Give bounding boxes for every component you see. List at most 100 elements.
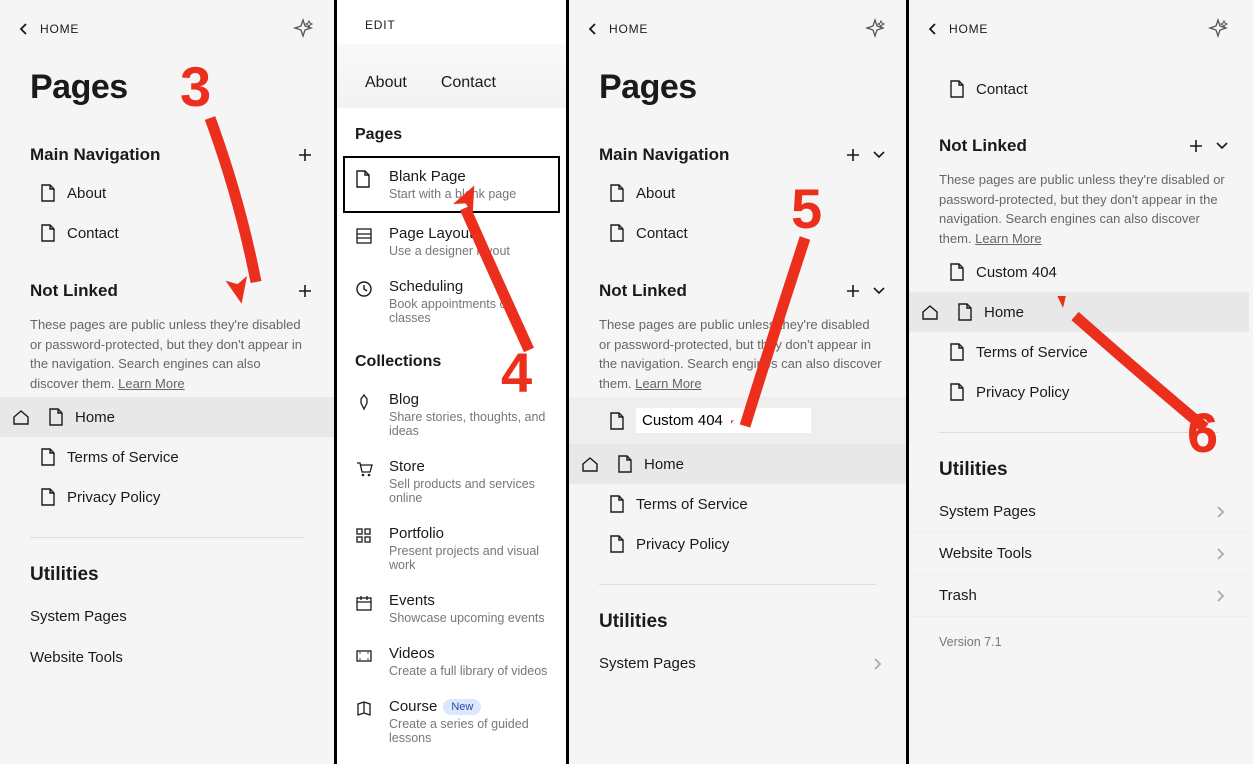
page-item-home[interactable]: Home xyxy=(569,444,906,484)
learn-more-link[interactable]: Learn More xyxy=(635,376,701,391)
page-item-home[interactable]: Home xyxy=(0,397,334,437)
preview-tab-about[interactable]: About xyxy=(365,74,407,92)
clock-icon xyxy=(355,280,375,300)
add-main-nav-button[interactable] xyxy=(296,146,314,164)
back-chevron-icon[interactable] xyxy=(587,23,599,35)
back-chevron-icon[interactable] xyxy=(18,23,30,35)
not-linked-desc: These pages are public unless they're di… xyxy=(569,309,906,397)
page-icon xyxy=(949,263,964,281)
page-icon xyxy=(40,448,55,466)
page-icon xyxy=(40,488,55,506)
learn-more-link[interactable]: Learn More xyxy=(118,376,184,391)
not-linked-label: Not Linked xyxy=(569,253,906,309)
util-website-tools[interactable]: Website Tools xyxy=(0,637,334,678)
util-system-pages[interactable]: System Pages xyxy=(569,643,906,684)
add-not-linked-button[interactable] xyxy=(296,282,314,300)
home-icon xyxy=(12,408,30,426)
chevron-right-icon xyxy=(1215,505,1227,519)
version-label: Version 7.1 xyxy=(909,617,1249,649)
page-icon xyxy=(355,170,375,190)
preview-tabs: About Contact xyxy=(337,44,566,108)
option-videos[interactable]: VideosCreate a full library of videos xyxy=(337,635,566,688)
sparkle-icon[interactable] xyxy=(292,18,314,40)
grid-icon xyxy=(355,527,375,547)
page-icon xyxy=(40,184,55,202)
page-icon xyxy=(609,495,624,513)
option-blog[interactable]: BlogShare stories, thoughts, and ideas xyxy=(337,381,566,448)
not-linked-label: Not Linked xyxy=(909,108,1249,164)
panel-step3: HOME Pages Main Navigation About Contact… xyxy=(0,0,337,764)
chevron-right-icon xyxy=(1215,589,1227,603)
page-name-input[interactable] xyxy=(636,408,811,433)
page-icon xyxy=(609,184,624,202)
group-collections: Collections xyxy=(337,335,566,381)
topbar: HOME xyxy=(909,0,1249,50)
page-icon xyxy=(949,343,964,361)
util-system-pages[interactable]: System Pages xyxy=(0,596,334,637)
learn-more-link[interactable]: Learn More xyxy=(975,231,1041,246)
option-page-layouts[interactable]: Page LayoutsUse a designer layout xyxy=(337,215,566,268)
not-linked-desc: These pages are public unless they're di… xyxy=(909,164,1249,252)
nav-item-contact[interactable]: Contact xyxy=(909,50,1249,108)
main-nav-label: Main Navigation xyxy=(569,117,906,173)
page-icon xyxy=(949,80,964,98)
page-icon xyxy=(40,224,55,242)
home-breadcrumb[interactable]: HOME xyxy=(949,22,988,36)
home-icon xyxy=(581,455,599,473)
group-pages: Pages xyxy=(337,108,566,154)
topbar: HOME xyxy=(569,0,906,50)
page-item-custom404[interactable]: Custom 404 xyxy=(909,252,1249,292)
not-linked-label: Not Linked xyxy=(0,253,334,309)
pin-icon xyxy=(355,393,375,413)
calendar-icon xyxy=(355,594,375,614)
panel-step6: HOME Contact Not Linked These pages are … xyxy=(909,0,1249,764)
chevron-down-icon[interactable] xyxy=(872,284,886,298)
page-item-privacy[interactable]: Privacy Policy xyxy=(569,524,906,564)
video-icon xyxy=(355,647,375,667)
sparkle-icon[interactable] xyxy=(1207,18,1229,40)
group-more: More xyxy=(337,755,566,764)
main-nav-label: Main Navigation xyxy=(0,117,334,173)
cart-icon xyxy=(355,460,375,480)
home-breadcrumb[interactable]: HOME xyxy=(609,22,648,36)
util-system-pages[interactable]: System Pages xyxy=(909,491,1249,533)
page-item-privacy[interactable]: Privacy Policy xyxy=(0,477,334,517)
chevron-down-icon[interactable] xyxy=(1215,139,1229,153)
option-blank-page[interactable]: Blank Page Start with a blank page xyxy=(343,156,560,213)
add-not-linked-button[interactable] xyxy=(844,282,862,300)
page-icon xyxy=(609,535,624,553)
preview-tab-contact[interactable]: Contact xyxy=(441,74,496,92)
add-not-linked-button[interactable] xyxy=(1187,137,1205,155)
panel-step4-add-menu: EDIT About Contact Pages Blank Page Star… xyxy=(337,0,569,764)
page-icon xyxy=(48,408,63,426)
new-badge: New xyxy=(443,699,481,715)
utilities-label: Utilities xyxy=(0,538,334,596)
page-item-new[interactable] xyxy=(569,397,906,444)
page-item-tos[interactable]: Terms of Service xyxy=(0,437,334,477)
page-item-tos[interactable]: Terms of Service xyxy=(909,332,1249,372)
page-item-tos[interactable]: Terms of Service xyxy=(569,484,906,524)
pages-title: Pages xyxy=(569,50,906,117)
home-breadcrumb[interactable]: HOME xyxy=(40,22,79,36)
util-trash[interactable]: Trash xyxy=(909,575,1249,617)
nav-item-about[interactable]: About xyxy=(0,173,334,213)
page-icon xyxy=(609,412,624,430)
back-chevron-icon[interactable] xyxy=(927,23,939,35)
add-main-nav-button[interactable] xyxy=(844,146,862,164)
option-scheduling[interactable]: SchedulingBook appointments or classes xyxy=(337,268,566,335)
topbar: HOME xyxy=(0,0,334,50)
nav-item-contact[interactable]: Contact xyxy=(0,213,334,253)
option-events[interactable]: EventsShowcase upcoming events xyxy=(337,582,566,635)
page-item-home[interactable]: Home xyxy=(909,292,1249,332)
chevron-down-icon[interactable] xyxy=(872,148,886,162)
page-icon xyxy=(617,455,632,473)
page-item-privacy[interactable]: Privacy Policy xyxy=(909,372,1249,412)
nav-item-about[interactable]: About xyxy=(569,173,906,213)
option-course[interactable]: CourseNew Create a series of guided less… xyxy=(337,688,566,755)
sparkle-icon[interactable] xyxy=(864,18,886,40)
pages-title: Pages xyxy=(0,50,334,117)
nav-item-contact[interactable]: Contact xyxy=(569,213,906,253)
option-store[interactable]: StoreSell products and services online xyxy=(337,448,566,515)
util-website-tools[interactable]: Website Tools xyxy=(909,533,1249,575)
option-portfolio[interactable]: PortfolioPresent projects and visual wor… xyxy=(337,515,566,582)
